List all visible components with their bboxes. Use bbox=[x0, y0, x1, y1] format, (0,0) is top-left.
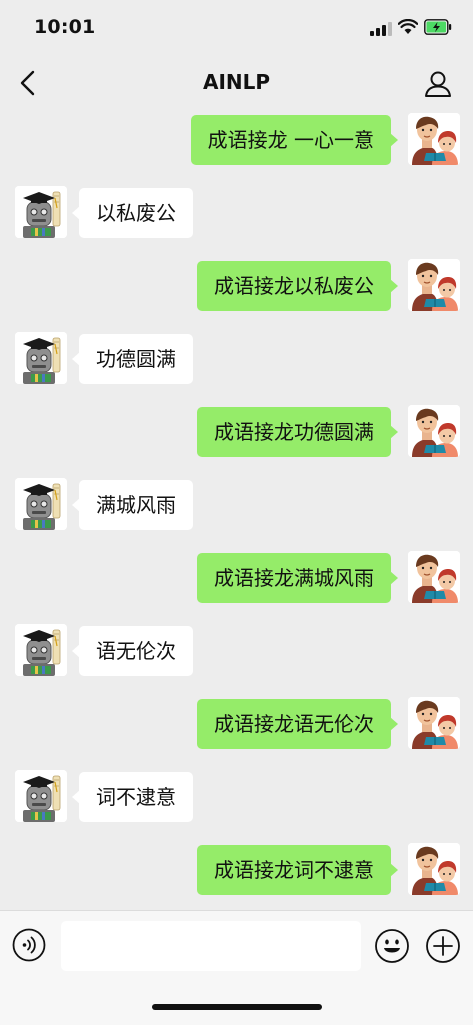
message-bubble[interactable]: 成语接龙词不逮意 bbox=[197, 845, 398, 895]
incoming-message: 功德圆满 bbox=[0, 332, 473, 392]
outgoing-message: 成语接龙以私废公 bbox=[0, 259, 473, 319]
bot-avatar[interactable] bbox=[15, 332, 67, 384]
message-bubble[interactable]: 词不逮意 bbox=[72, 772, 193, 822]
user-avatar[interactable] bbox=[408, 405, 460, 457]
incoming-message: 语无伦次 bbox=[0, 624, 473, 684]
outgoing-message: 成语接龙满城风雨 bbox=[0, 551, 473, 611]
chat-header: AINLP bbox=[0, 56, 473, 110]
user-avatar[interactable] bbox=[408, 843, 460, 895]
plus-icon[interactable] bbox=[425, 928, 461, 964]
home-indicator bbox=[152, 1004, 322, 1010]
message-bubble[interactable]: 满城风雨 bbox=[72, 480, 193, 530]
user-avatar[interactable] bbox=[408, 259, 460, 311]
battery-charging-icon bbox=[424, 19, 452, 35]
status-bar: 10:01 bbox=[0, 0, 473, 56]
message-bubble[interactable]: 成语接龙 一心一意 bbox=[190, 115, 399, 165]
chat-title: AINLP bbox=[202, 70, 271, 94]
user-avatar[interactable] bbox=[408, 113, 460, 165]
incoming-message: 以私废公 bbox=[0, 186, 473, 246]
cellular-signal-icon bbox=[370, 22, 392, 36]
outgoing-message: 成语接龙 一心一意 bbox=[0, 113, 473, 173]
incoming-message: 满城风雨 bbox=[0, 478, 473, 538]
incoming-message: 词不逮意 bbox=[0, 770, 473, 830]
bot-avatar[interactable] bbox=[15, 186, 67, 238]
input-bar bbox=[0, 910, 473, 1025]
message-bubble[interactable]: 语无伦次 bbox=[72, 626, 193, 676]
user-avatar[interactable] bbox=[408, 551, 460, 603]
message-bubble[interactable]: 成语接龙语无伦次 bbox=[197, 699, 398, 749]
profile-icon[interactable] bbox=[422, 68, 454, 100]
message-bubble[interactable]: 成语接龙以私废公 bbox=[197, 261, 398, 311]
bot-avatar[interactable] bbox=[15, 770, 67, 822]
message-bubble[interactable]: 成语接龙满城风雨 bbox=[197, 553, 398, 603]
bot-avatar[interactable] bbox=[15, 478, 67, 530]
message-input[interactable] bbox=[61, 921, 361, 971]
wifi-icon bbox=[398, 19, 418, 34]
status-time: 10:01 bbox=[34, 16, 96, 38]
user-avatar[interactable] bbox=[408, 697, 460, 749]
emoji-icon[interactable] bbox=[374, 928, 410, 964]
outgoing-message: 成语接龙功德圆满 bbox=[0, 405, 473, 465]
outgoing-message: 成语接龙词不逮意 bbox=[0, 843, 473, 903]
message-bubble[interactable]: 功德圆满 bbox=[72, 334, 193, 384]
message-bubble[interactable]: 成语接龙功德圆满 bbox=[197, 407, 398, 457]
outgoing-message: 成语接龙语无伦次 bbox=[0, 697, 473, 757]
voice-input-icon[interactable] bbox=[12, 928, 46, 962]
bot-avatar[interactable] bbox=[15, 624, 67, 676]
message-bubble[interactable]: 以私废公 bbox=[72, 188, 193, 238]
